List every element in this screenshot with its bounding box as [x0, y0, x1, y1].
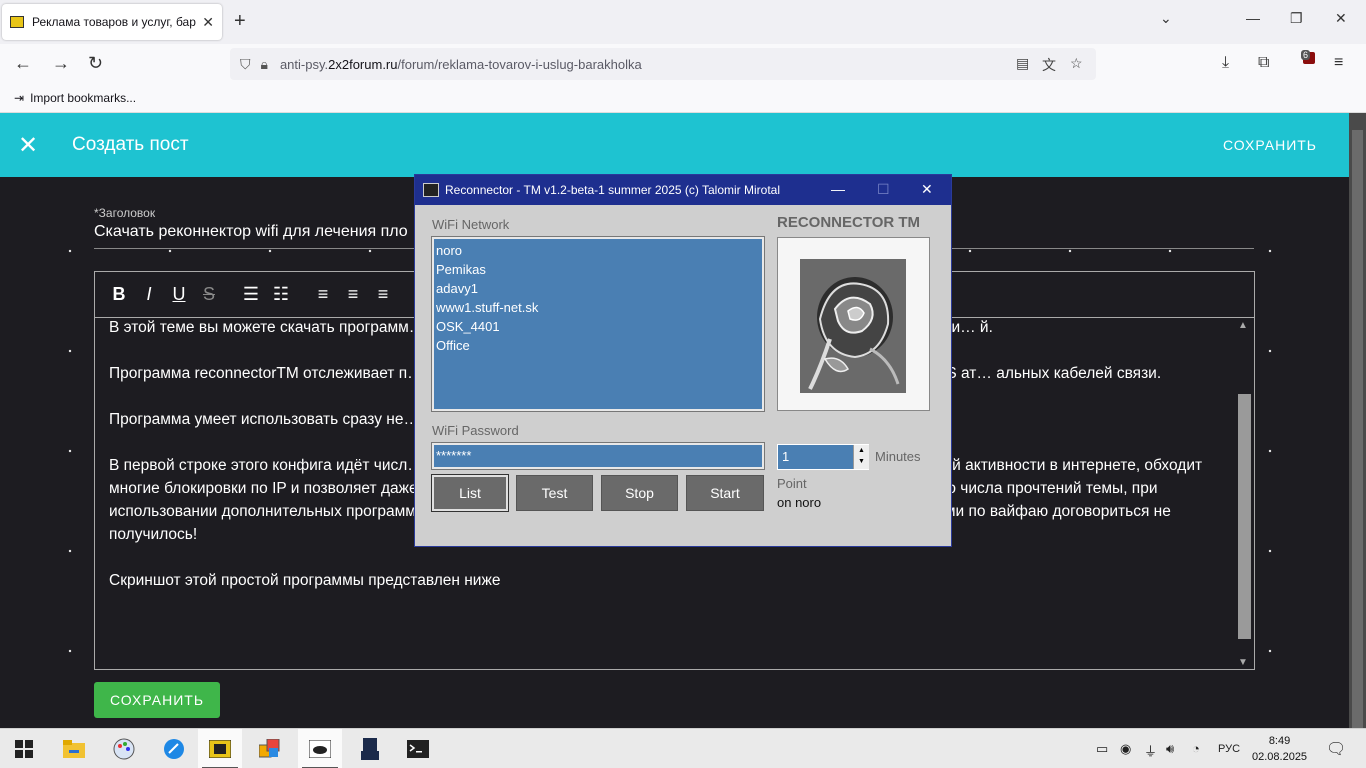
bookmark-star-icon[interactable]: ☆	[1070, 55, 1083, 72]
wifi-password-input[interactable]: *******	[431, 442, 765, 470]
reconnector-app-icon	[423, 183, 439, 197]
url-bar[interactable]: ⛉ 🔒︎ anti-psy.2x2forum.ru/forum/reklama-…	[230, 48, 1096, 80]
underline-icon[interactable]: U	[169, 284, 189, 305]
terminal-icon[interactable]	[396, 729, 440, 768]
editor-scrollbar[interactable]: ▲ ▼	[1235, 318, 1253, 670]
point-label: Point	[777, 476, 807, 491]
notifications-icon[interactable]: 🗨︎	[1326, 739, 1346, 759]
battery-icon[interactable]: ▭	[1096, 741, 1108, 757]
tab-title: Реклама товаров и услуг, бара	[32, 15, 197, 29]
reconnector-taskbar-app[interactable]	[298, 729, 342, 768]
system-clock[interactable]: 8:49 02.08.2025	[1252, 733, 1307, 765]
editor-scroll-thumb[interactable]	[1238, 394, 1251, 639]
align-right-icon[interactable]: ≡	[373, 284, 393, 305]
clock-time: 8:49	[1268, 735, 1291, 747]
wifi-network-label: WiFi Network	[432, 217, 510, 232]
bookmarks-toolbar: ⇥ Import bookmarks...	[0, 84, 1366, 113]
browser-tab-bar: Реклама товаров и услуг, бара ✕ + ⌄ — ❐ …	[0, 0, 1366, 44]
close-icon[interactable]: ✕	[921, 181, 933, 198]
wifi-password-label: WiFi Password	[432, 423, 519, 438]
rose-logo-icon	[800, 259, 906, 393]
browser-app-icon[interactable]	[152, 729, 196, 768]
reader-view-icon[interactable]: ▤	[1016, 55, 1029, 72]
align-left-icon[interactable]: ≡	[313, 284, 333, 305]
file-explorer-icon[interactable]	[52, 729, 96, 768]
start-menu-icon[interactable]	[2, 729, 46, 768]
usb-icon[interactable]: ⏚	[1144, 741, 1157, 760]
bold-icon[interactable]: B	[109, 284, 129, 305]
brand-label: RECONNECTOR TM	[777, 214, 921, 231]
maximize-icon: ☐	[877, 181, 890, 197]
back-icon[interactable]: ←	[14, 53, 32, 74]
windows-taskbar: ▭ ◉ ⏚ 🔊︎ ◔ РУС 8:49 02.08.2025 🗨︎	[0, 728, 1366, 768]
list-item[interactable]: Pemikas	[436, 260, 760, 279]
paragraph-5: Скриншот этой простой программы представ…	[109, 572, 501, 589]
extension-badge-count: 6	[1301, 50, 1311, 60]
downloads-icon[interactable]: ⤓	[1222, 54, 1229, 72]
character-app-icon[interactable]	[348, 729, 392, 768]
site-favicon-icon	[10, 16, 24, 28]
lock-icon[interactable]: 🔒︎	[261, 56, 268, 73]
list-item[interactable]: Office	[436, 336, 760, 355]
browser-nav-bar: ← → ↻ ⛉ 🔒︎ anti-psy.2x2forum.ru/forum/re…	[0, 44, 1366, 84]
list-item[interactable]: noro	[436, 241, 760, 260]
firefox-taskbar-app[interactable]	[198, 729, 242, 768]
tab-list-icon[interactable]: ⌄	[1160, 10, 1172, 27]
import-bookmarks-link[interactable]: Import bookmarks...	[30, 91, 136, 105]
clock-date: 02.08.2025	[1252, 751, 1308, 763]
url-text: anti-psy.2x2forum.ru/forum/reklama-tovar…	[279, 56, 642, 72]
translate-icon[interactable]: 文	[1042, 55, 1056, 75]
minutes-label: Minutes	[875, 449, 921, 464]
minimize-icon[interactable]: —	[1246, 10, 1260, 26]
paint-icon[interactable]	[102, 729, 146, 768]
list-button[interactable]: List	[431, 474, 509, 512]
reload-icon[interactable]: ↻	[88, 53, 103, 74]
windows-app-icon[interactable]	[248, 729, 292, 768]
test-button[interactable]: Test	[516, 475, 593, 511]
network-icon[interactable]: ◔	[1192, 741, 1200, 756]
logo-image-frame	[777, 237, 930, 411]
italic-icon[interactable]: I	[139, 284, 159, 305]
bullet-list-icon[interactable]: ☷	[271, 284, 291, 305]
volume-icon[interactable]: 🔊︎	[1166, 741, 1174, 757]
page-title: Создать пост	[72, 134, 189, 155]
stepper-arrows-icon[interactable]: ▲ ▼	[853, 445, 869, 469]
ordered-list-icon[interactable]: ☰	[241, 284, 261, 305]
save-top-button[interactable]: СОХРАНИТЬ	[1223, 137, 1317, 153]
shield-icon[interactable]: ⛉	[240, 56, 251, 73]
scroll-up-icon[interactable]: ▲	[1238, 320, 1248, 331]
post-app-bar: ✕ Создать пост СОХРАНИТЬ	[0, 113, 1349, 177]
list-item[interactable]: adavy1	[436, 279, 760, 298]
browser-tab[interactable]: Реклама товаров и услуг, бара ✕	[2, 4, 222, 40]
menu-icon[interactable]: ≡	[1334, 54, 1343, 72]
reconnector-window: Reconnector - TM v1.2-beta-1 summer 2025…	[414, 174, 952, 547]
webcam-icon[interactable]: ◉	[1120, 741, 1131, 757]
scroll-down-icon[interactable]: ▼	[1238, 657, 1248, 668]
strikethrough-icon[interactable]: S	[199, 284, 219, 305]
title-field-label: *Заголовок	[94, 206, 156, 220]
point-value: on noro	[777, 495, 822, 510]
close-tab-icon[interactable]: ✕	[202, 14, 214, 31]
reconnector-window-title: Reconnector - TM v1.2-beta-1 summer 2025…	[445, 183, 781, 197]
align-center-icon[interactable]: ≡	[343, 284, 363, 305]
restore-icon[interactable]: ❐	[1290, 10, 1303, 27]
forward-icon[interactable]: →	[52, 53, 70, 74]
language-indicator[interactable]: РУС	[1218, 743, 1240, 755]
page-scroll-thumb[interactable]	[1352, 130, 1363, 730]
import-icon: ⇥	[14, 91, 25, 105]
close-icon[interactable]: ✕	[18, 131, 38, 160]
close-window-icon[interactable]: ✕	[1335, 10, 1347, 27]
reconnector-title-bar[interactable]: Reconnector - TM v1.2-beta-1 summer 2025…	[415, 175, 951, 205]
stop-button[interactable]: Stop	[601, 475, 678, 511]
wifi-network-list[interactable]: noro Pemikas adavy1 www1.stuff-net.sk OS…	[431, 236, 765, 412]
list-item[interactable]: www1.stuff-net.sk	[436, 298, 760, 317]
save-bottom-button[interactable]: СОХРАНИТЬ	[94, 682, 220, 718]
extensions-icon[interactable]: ⧉	[1258, 54, 1269, 72]
list-item[interactable]: OSK_4401	[436, 317, 760, 336]
minimize-icon[interactable]: —	[831, 181, 845, 197]
start-button[interactable]: Start	[686, 475, 764, 511]
new-tab-icon[interactable]: +	[234, 10, 246, 33]
